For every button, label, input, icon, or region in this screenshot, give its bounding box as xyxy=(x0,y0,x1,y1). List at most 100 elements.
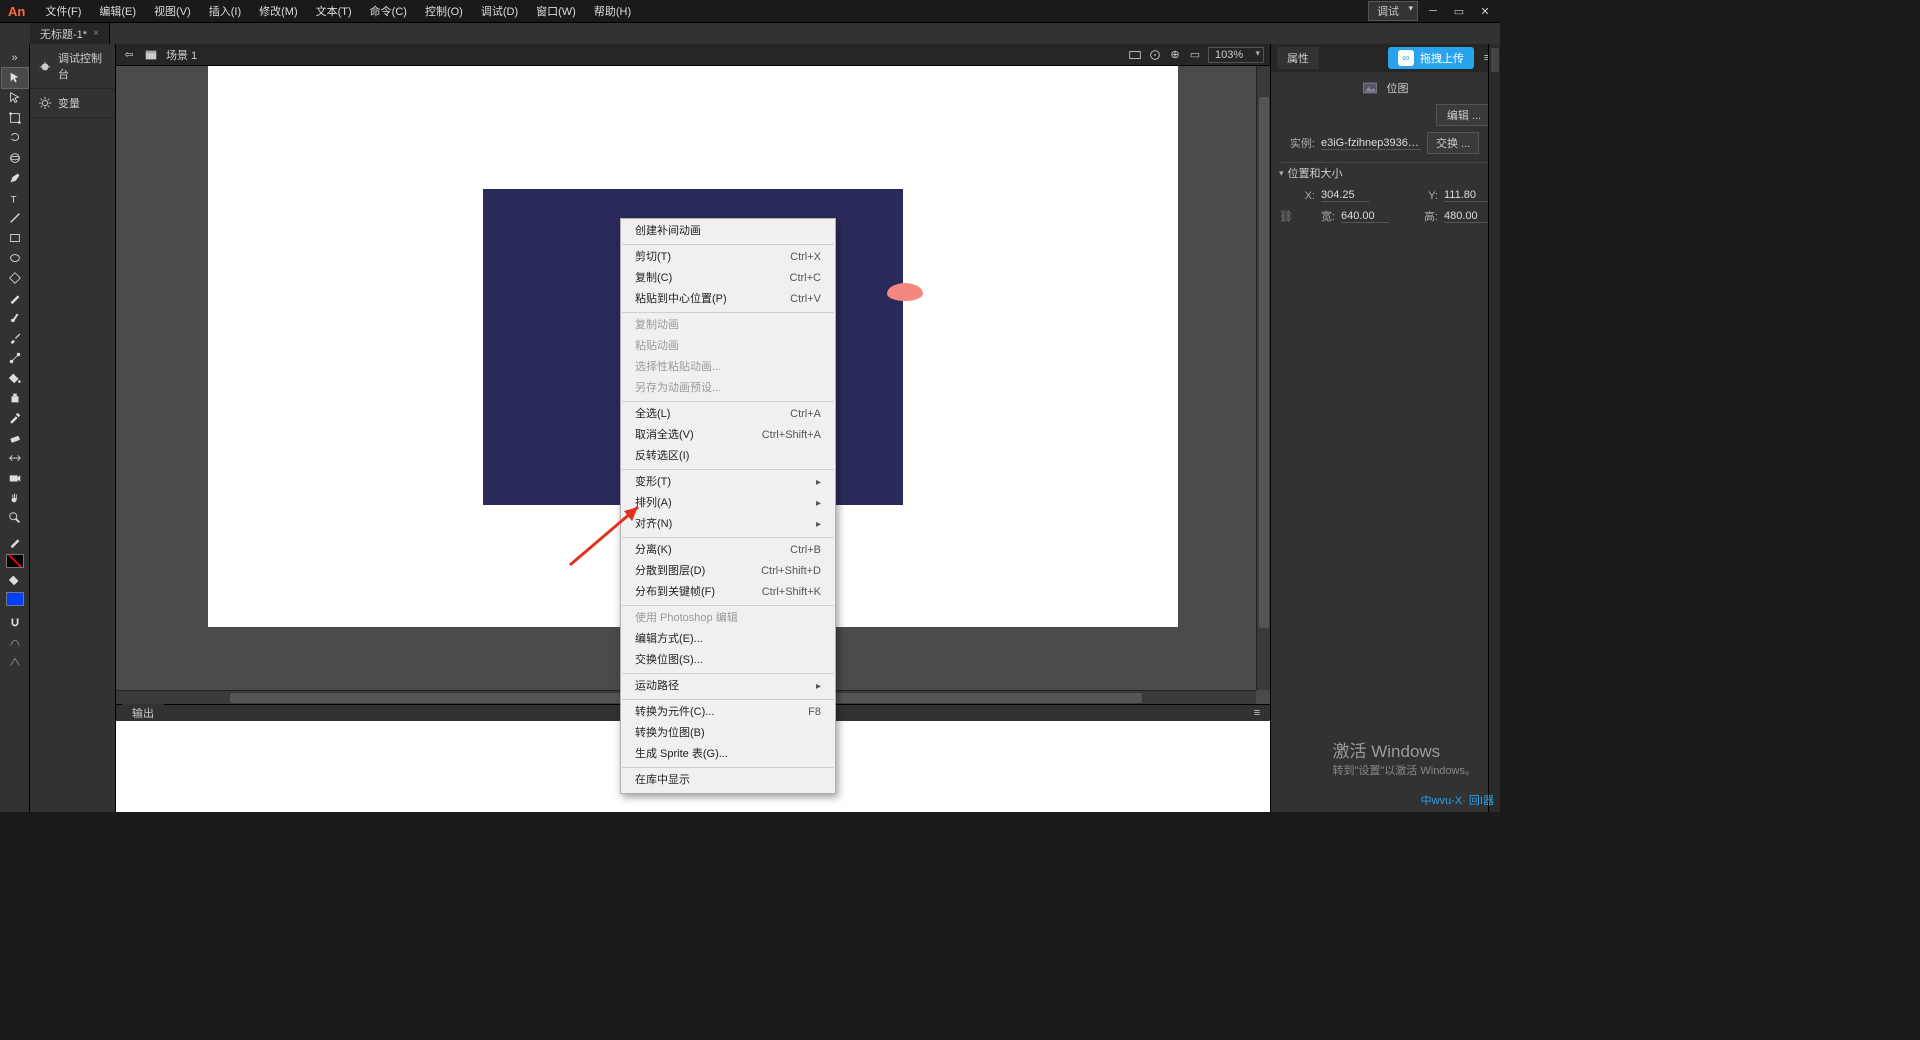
ctx-arrange[interactable]: 排列(A) xyxy=(621,493,835,514)
menu-file[interactable]: 文件(F) xyxy=(37,0,89,22)
ctx-align[interactable]: 对齐(N) xyxy=(621,514,835,535)
expand-toolbar-icon[interactable]: » xyxy=(2,48,28,68)
bitmap-detail-shape xyxy=(887,283,923,301)
windows-activation-watermark: 激活 Windows 转到"设置"以激活 Windows。 xyxy=(1333,737,1477,778)
stroke-swatch[interactable] xyxy=(6,554,24,568)
ctx-convert-bitmap[interactable]: 转换为位图(B) xyxy=(621,723,835,744)
ctx-motion-path[interactable]: 运动路径 xyxy=(621,676,835,697)
smooth-option[interactable] xyxy=(2,632,28,652)
eyedropper-tool[interactable] xyxy=(2,408,28,428)
menu-help[interactable]: 帮助(H) xyxy=(586,0,639,22)
3d-rotation-tool[interactable] xyxy=(2,148,28,168)
ctx-show-in-library[interactable]: 在库中显示 xyxy=(621,770,835,791)
zoom-dropdown[interactable]: 103% xyxy=(1208,47,1264,63)
ctx-sep xyxy=(622,401,834,402)
width-tool[interactable] xyxy=(2,448,28,468)
polystar-tool[interactable] xyxy=(2,268,28,288)
selection-tool[interactable] xyxy=(2,68,28,88)
right-edge-strip[interactable] xyxy=(1488,44,1500,812)
swap-bitmap-button[interactable]: 交换 ... xyxy=(1427,132,1479,154)
menu-modify[interactable]: 修改(M) xyxy=(251,0,306,22)
x-value[interactable]: 304.25 xyxy=(1321,189,1369,202)
link-dimensions-icon[interactable]: ⛓ xyxy=(1279,209,1293,223)
ctx-deselect[interactable]: 取消全选(V)Ctrl+Shift+A xyxy=(621,425,835,446)
center-stage-icon[interactable] xyxy=(1148,48,1162,62)
document-tab-close[interactable]: × xyxy=(93,28,99,39)
output-menu-icon[interactable]: ≡ xyxy=(1250,706,1264,720)
menu-edit[interactable]: 编辑(E) xyxy=(91,0,144,22)
snap-toggle[interactable] xyxy=(2,612,28,632)
section-position-size[interactable]: 位置和大小 xyxy=(1279,162,1492,183)
ctx-transform[interactable]: 变形(T) xyxy=(621,472,835,493)
edge-handle[interactable] xyxy=(1491,48,1499,72)
camera-tool[interactable] xyxy=(2,468,28,488)
ctx-generate-sprite[interactable]: 生成 Sprite 表(G)... xyxy=(621,744,835,765)
paint-brush-tool[interactable] xyxy=(2,328,28,348)
pen-tool[interactable] xyxy=(2,168,28,188)
ctx-convert-symbol[interactable]: 转换为元件(C)...F8 xyxy=(621,702,835,723)
ctx-distribute-keyframes[interactable]: 分布到关键帧(F)Ctrl+Shift+K xyxy=(621,582,835,603)
rectangle-tool[interactable] xyxy=(2,228,28,248)
ctx-edit-photoshop: 使用 Photoshop 编辑 xyxy=(621,608,835,629)
menu-text[interactable]: 文本(T) xyxy=(308,0,360,22)
stage-view-icon[interactable] xyxy=(1128,48,1142,62)
pencil-tool[interactable] xyxy=(2,288,28,308)
zoom-tool[interactable] xyxy=(2,508,28,528)
paint-bucket-tool[interactable] xyxy=(2,368,28,388)
maximize-button[interactable]: ▭ xyxy=(1448,2,1470,20)
variables-row[interactable]: 变量 xyxy=(30,89,115,118)
ctx-cut[interactable]: 剪切(T)Ctrl+X xyxy=(621,247,835,268)
w-value[interactable]: 640.00 xyxy=(1341,210,1389,223)
upload-button[interactable]: ∞ 拖拽上传 xyxy=(1388,47,1474,69)
v-scroll-thumb[interactable] xyxy=(1259,97,1269,627)
properties-tab[interactable]: 属性 xyxy=(1277,47,1319,69)
oval-tool[interactable] xyxy=(2,248,28,268)
minimize-button[interactable]: ─ xyxy=(1422,2,1444,20)
close-button[interactable]: ✕ xyxy=(1474,2,1496,20)
eraser-tool[interactable] xyxy=(2,428,28,448)
bone-tool[interactable] xyxy=(2,348,28,368)
ctx-copy[interactable]: 复制(C)Ctrl+C xyxy=(621,268,835,289)
menu-view[interactable]: 视图(V) xyxy=(146,0,199,22)
menu-insert[interactable]: 插入(I) xyxy=(201,0,249,22)
subselection-tool[interactable] xyxy=(2,88,28,108)
edit-bitmap-button[interactable]: 编辑 ... xyxy=(1436,104,1492,126)
free-transform-tool[interactable] xyxy=(2,108,28,128)
brush-tool[interactable] xyxy=(2,308,28,328)
ctx-paste-center[interactable]: 粘贴到中心位置(P)Ctrl+V xyxy=(621,289,835,310)
menu-window[interactable]: 窗口(W) xyxy=(528,0,584,22)
h-value[interactable]: 480.00 xyxy=(1444,210,1492,223)
stroke-color-icon[interactable] xyxy=(2,532,28,552)
text-tool[interactable]: T xyxy=(2,188,28,208)
ctx-sep xyxy=(622,699,834,700)
ctx-invert-sel[interactable]: 反转选区(I) xyxy=(621,446,835,467)
fit-icon[interactable]: ▭ xyxy=(1188,48,1202,62)
ctx-swap-bitmap[interactable]: 交换位图(S)... xyxy=(621,650,835,671)
workspace-dropdown[interactable]: 调试 xyxy=(1368,1,1418,21)
ctx-edit-mode[interactable]: 编辑方式(E)... xyxy=(621,629,835,650)
vertical-scrollbar[interactable] xyxy=(1256,66,1270,690)
document-tab[interactable]: 无标题-1* × xyxy=(30,23,110,44)
menu-control[interactable]: 控制(O) xyxy=(417,0,471,22)
line-tool[interactable] xyxy=(2,208,28,228)
menu-commands[interactable]: 命令(C) xyxy=(362,0,415,22)
straighten-option[interactable] xyxy=(2,652,28,672)
lasso-tool[interactable] xyxy=(2,128,28,148)
ctx-distribute-layers[interactable]: 分散到图层(D)Ctrl+Shift+D xyxy=(621,561,835,582)
clip-stage-icon[interactable]: ⊕ xyxy=(1168,48,1182,62)
toolbox: » T xyxy=(0,44,30,812)
hand-tool[interactable] xyxy=(2,488,28,508)
back-icon[interactable]: ⇦ xyxy=(122,48,136,62)
fill-color-icon[interactable] xyxy=(2,570,28,590)
fill-swatch[interactable] xyxy=(6,592,24,606)
ctx-create-tween[interactable]: 创建补间动画 xyxy=(621,221,835,242)
scene-label[interactable]: 场景 1 xyxy=(166,47,197,63)
ctx-break-apart[interactable]: 分离(K)Ctrl+B xyxy=(621,540,835,561)
debug-console-row[interactable]: 调试控制台 xyxy=(30,44,115,89)
instance-name[interactable]: e3iG-fzihnep39366... xyxy=(1321,137,1421,150)
object-kind-label: 位图 xyxy=(1387,78,1409,98)
ctx-select-all[interactable]: 全选(L)Ctrl+A xyxy=(621,404,835,425)
ink-bottle-tool[interactable] xyxy=(2,388,28,408)
y-value[interactable]: 111.80 xyxy=(1444,189,1492,202)
menu-debug[interactable]: 调试(D) xyxy=(473,0,526,22)
